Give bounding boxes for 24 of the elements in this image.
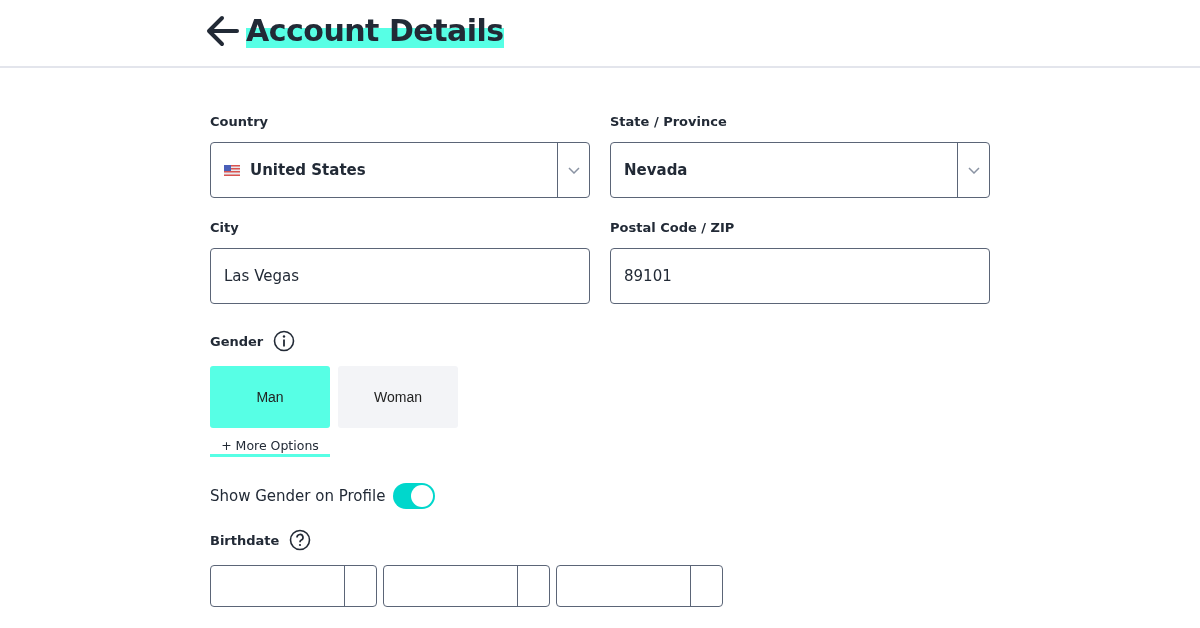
chevron-down-icon — [567, 166, 580, 174]
info-icon[interactable] — [273, 330, 296, 352]
gender-option[interactable]: Man — [210, 366, 330, 428]
field-label: State / Province — [610, 114, 728, 129]
flag-icon — [224, 164, 240, 176]
chevron-down-icon — [967, 166, 980, 174]
field-label: Postal Code / ZIP — [610, 220, 736, 235]
select-field[interactable] — [383, 565, 550, 607]
field-label: Gender — [210, 333, 264, 349]
back-arrow-icon[interactable] — [206, 15, 240, 47]
more-options-link[interactable]: + More Options — [210, 438, 330, 457]
help-icon[interactable] — [289, 529, 312, 551]
text-input-field[interactable]: Las Vegas — [210, 248, 590, 304]
field-label: Country — [210, 114, 270, 129]
toggle-label: Show Gender on Profile — [210, 487, 386, 505]
text-input-field[interactable]: 89101 — [610, 248, 990, 304]
select-field[interactable] — [556, 565, 723, 607]
select-field[interactable]: United States — [210, 142, 590, 198]
gender-option[interactable]: Woman — [338, 366, 458, 428]
field-label: Birthdate — [210, 532, 280, 548]
toggle-switch[interactable] — [393, 483, 436, 509]
select-field[interactable] — [210, 565, 377, 607]
field-label: City — [210, 220, 240, 235]
select-field[interactable]: Nevada — [610, 142, 990, 198]
